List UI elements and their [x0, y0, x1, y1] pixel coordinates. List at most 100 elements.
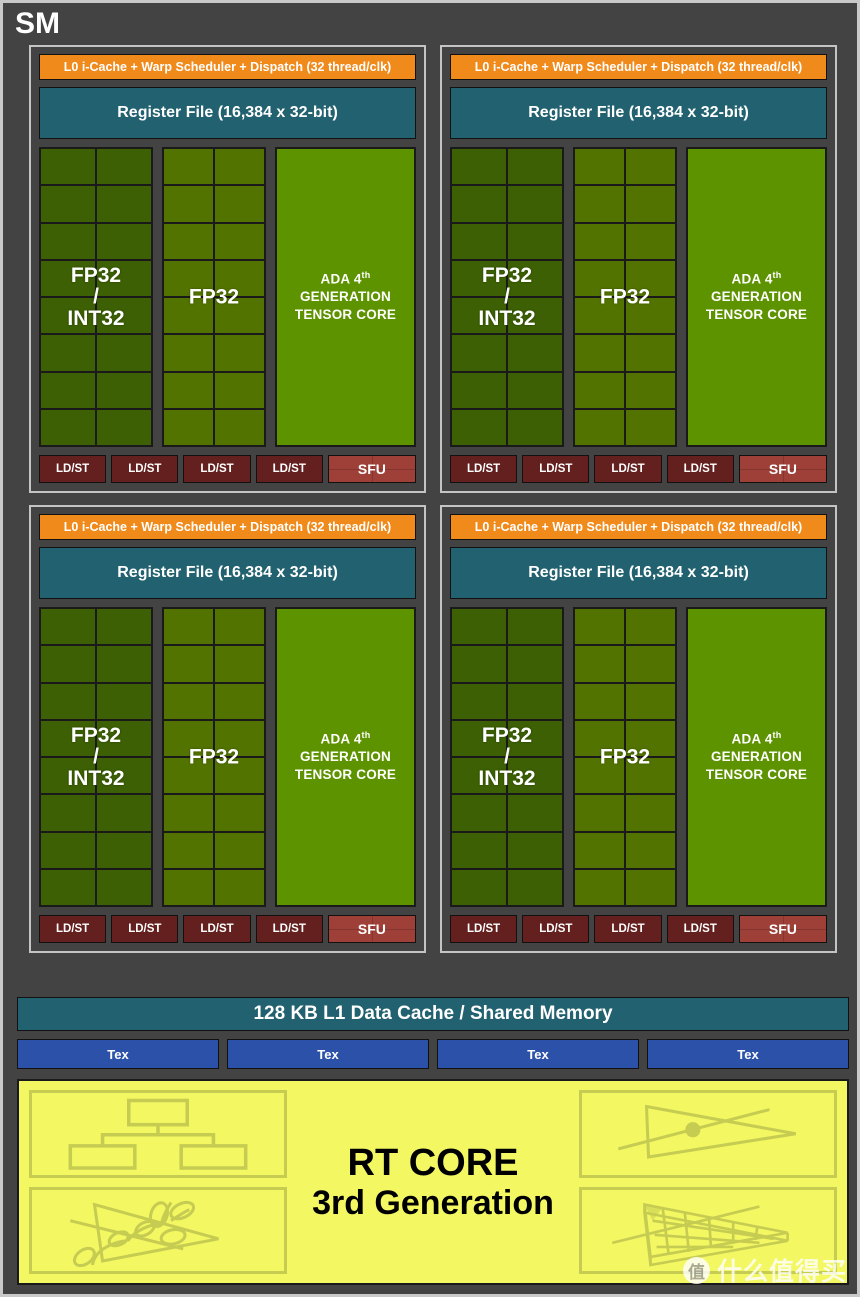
core-cell — [215, 646, 264, 682]
ldst-unit: LD/ST — [594, 915, 662, 943]
core-cell — [452, 720, 506, 756]
core-cell — [452, 646, 506, 682]
tensor-core-block: ADA 4th GENERATION TENSOR CORE — [686, 147, 827, 447]
core-cell — [508, 260, 562, 296]
core-cell — [164, 832, 213, 868]
sm-architecture-diagram: SM L0 i-Cache + Warp Scheduler + Dispatc… — [0, 0, 860, 1297]
core-cell — [626, 795, 675, 831]
ldst-unit: LD/ST — [39, 455, 107, 483]
tex-unit: Tex — [437, 1039, 639, 1069]
tensor-core-ordinal-suffix: th — [772, 270, 782, 281]
core-cell — [508, 720, 562, 756]
core-cell — [452, 832, 506, 868]
core-cell — [164, 372, 213, 408]
core-cell — [97, 832, 151, 868]
core-cell — [97, 223, 151, 259]
ldst-sfu-row: LD/ST LD/ST LD/ST LD/ST SFU — [39, 455, 416, 483]
core-cell — [508, 832, 562, 868]
core-cell — [41, 683, 95, 719]
core-cell — [575, 609, 624, 645]
core-cell — [575, 223, 624, 259]
core-cell — [97, 609, 151, 645]
core-cell — [452, 260, 506, 296]
fp32-int32-core-block: FP32 / INT32 — [450, 607, 564, 907]
core-cell — [452, 335, 506, 371]
core-cell — [97, 149, 151, 185]
core-cell — [215, 409, 264, 445]
ldst-unit: LD/ST — [255, 455, 323, 483]
core-cell — [164, 149, 213, 185]
core-cell — [508, 758, 562, 794]
tensor-core-line-2: GENERATION — [299, 749, 391, 765]
rt-core-subtitle: 3rd Generation — [312, 1184, 554, 1223]
core-cell — [215, 335, 264, 371]
core-cell — [164, 298, 213, 334]
fp32-core-block: FP32 — [162, 607, 266, 907]
core-cell — [575, 260, 624, 296]
tensor-core-block: ADA 4th GENERATION TENSOR CORE — [275, 147, 416, 447]
ldst-unit: LD/ST — [39, 915, 107, 943]
sfu-unit: SFU — [327, 915, 416, 943]
core-cell — [41, 609, 95, 645]
register-file-bar: Register File (16,384 x 32-bit) — [450, 547, 827, 599]
core-cell — [575, 758, 624, 794]
core-cell — [452, 186, 506, 222]
core-cell — [575, 795, 624, 831]
sfu-unit: SFU — [738, 455, 827, 483]
core-cell — [575, 869, 624, 905]
tensor-core-line-1: ADA 4 — [731, 731, 773, 747]
core-cell — [575, 149, 624, 185]
core-cell — [626, 149, 675, 185]
sm-partition-grid: L0 i-Cache + Warp Scheduler + Dispatch (… — [29, 45, 837, 953]
fp32-int32-core-block: FP32 / INT32 — [39, 147, 153, 447]
core-cell — [215, 186, 264, 222]
core-cell — [575, 646, 624, 682]
core-cell — [97, 409, 151, 445]
ldst-sfu-row: LD/ST LD/ST LD/ST LD/ST SFU — [39, 915, 416, 943]
tex-unit: Tex — [17, 1039, 219, 1069]
ldst-unit: LD/ST — [666, 915, 734, 943]
tensor-core-line-2: GENERATION — [299, 289, 391, 305]
core-cell — [41, 720, 95, 756]
core-area: FP32 / INT32 FP32 ADA 4th GENERATION TEN… — [39, 607, 416, 907]
core-cell — [626, 869, 675, 905]
core-cell — [97, 335, 151, 371]
sm-partition-2: L0 i-Cache + Warp Scheduler + Dispatch (… — [440, 45, 837, 493]
core-cell — [164, 795, 213, 831]
tensor-core-ordinal-suffix: th — [361, 270, 371, 281]
core-cell — [41, 335, 95, 371]
tensor-core-ordinal-suffix: th — [772, 730, 782, 741]
core-cell — [452, 758, 506, 794]
core-cell — [164, 186, 213, 222]
ldst-unit: LD/ST — [666, 455, 734, 483]
core-cell — [97, 795, 151, 831]
core-cell — [452, 683, 506, 719]
core-cell — [41, 758, 95, 794]
core-area: FP32 / INT32 FP32 ADA 4th GENERATION TEN… — [450, 147, 827, 447]
core-cell — [41, 186, 95, 222]
core-cell — [508, 795, 562, 831]
core-cell — [508, 609, 562, 645]
core-cell — [215, 720, 264, 756]
bvh-tree-icon — [29, 1090, 287, 1178]
core-cell — [626, 683, 675, 719]
core-cell — [508, 186, 562, 222]
register-file-bar: Register File (16,384 x 32-bit) — [39, 547, 416, 599]
core-cell — [626, 758, 675, 794]
rt-core-block: RT CORE 3rd Generation — [17, 1079, 849, 1285]
core-cell — [41, 869, 95, 905]
rt-core-icons-left — [29, 1090, 287, 1274]
core-cell — [41, 149, 95, 185]
sfu-label: SFU — [357, 921, 386, 937]
core-cell — [215, 683, 264, 719]
core-cell — [41, 223, 95, 259]
tensor-core-line-2: GENERATION — [710, 749, 802, 765]
rt-core-text: RT CORE 3rd Generation — [297, 1142, 569, 1223]
fp32-core-block: FP32 — [573, 607, 677, 907]
core-cell — [164, 335, 213, 371]
core-cell — [626, 335, 675, 371]
core-cell — [508, 646, 562, 682]
opacity-micromap-foliage-icon — [29, 1186, 287, 1274]
core-area: FP32 / INT32 FP32 ADA 4th GENERATION TEN… — [39, 147, 416, 447]
core-cell — [97, 683, 151, 719]
